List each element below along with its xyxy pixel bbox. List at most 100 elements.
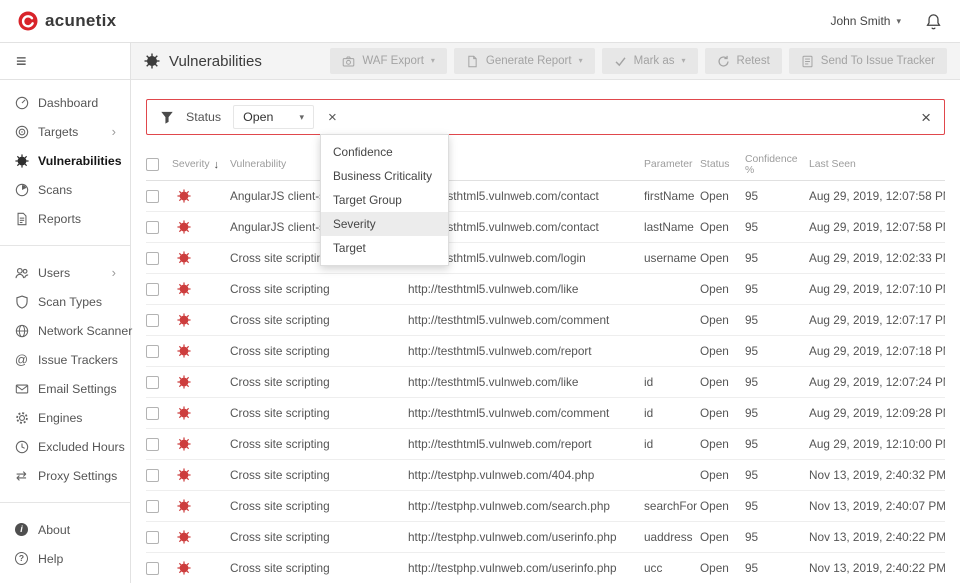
sidebar-item-dashboard[interactable]: Dashboard [0, 88, 130, 117]
dropdown-item[interactable]: Business Criticality [321, 164, 448, 188]
sidebar-item-about[interactable]: i About [0, 515, 130, 544]
waf-export-button[interactable]: WAF Export ▾ [330, 48, 447, 74]
vulnerability-url: http://testhtml5.vulnweb.com/comment [408, 406, 610, 420]
row-checkbox[interactable] [146, 220, 159, 234]
table-row[interactable]: AngularJS client-side template injection… [146, 212, 945, 243]
vulnerability-last-seen: Aug 29, 2019, 12:07:17 PM [809, 313, 945, 327]
vulnerability-url: http://testphp.vulnweb.com/userinfo.php [408, 530, 617, 544]
table-body: AngularJS client-side template injection… [146, 181, 945, 583]
filter-bar: Status Open ▾ × × [146, 99, 945, 135]
at-sign-icon: @ [14, 352, 29, 367]
severity-high-icon [177, 251, 191, 265]
acunetix-logo: acunetix [18, 11, 116, 31]
table-row[interactable]: Cross site scripting http://testhtml5.vu… [146, 398, 945, 429]
table-row[interactable]: Cross site scripting http://testhtml5.vu… [146, 305, 945, 336]
row-checkbox[interactable] [146, 313, 159, 327]
dropdown-item[interactable]: Confidence [321, 140, 448, 164]
table-row[interactable]: Cross site scripting http://testhtml5.vu… [146, 336, 945, 367]
user-menu[interactable]: John Smith ▾ [830, 14, 901, 28]
vulnerability-confidence: 95 [745, 375, 759, 389]
sidebar-item-label: About [38, 522, 71, 537]
sidebar-item-issue-trackers[interactable]: @ Issue Trackers [0, 345, 130, 374]
vulnerability-name[interactable]: Cross site scripting [230, 375, 408, 389]
vulnerability-name[interactable]: Cross site scripting [230, 561, 408, 575]
sidebar-item-scans[interactable]: Scans [0, 175, 130, 204]
row-checkbox[interactable] [146, 251, 159, 265]
hamburger-menu-icon[interactable]: ≡ [16, 52, 27, 70]
vulnerability-name[interactable]: Cross site scripting [230, 406, 408, 420]
vulnerability-name[interactable]: Cross site scripting [230, 313, 408, 327]
column-header-last-seen[interactable]: Last Seen [809, 159, 945, 170]
table-row[interactable]: AngularJS client-side template injection… [146, 181, 945, 212]
row-checkbox[interactable] [146, 530, 159, 544]
table-row[interactable]: Cross site scripting http://testhtml5.vu… [146, 243, 945, 274]
table-row[interactable]: Cross site scripting http://testphp.vuln… [146, 460, 945, 491]
sidebar-item-vulnerabilities[interactable]: Vulnerabilities [0, 146, 130, 175]
filter-funnel-icon [160, 110, 174, 125]
vulnerability-confidence: 95 [745, 313, 759, 327]
vulnerability-name[interactable]: Cross site scripting [230, 344, 408, 358]
row-checkbox[interactable] [146, 344, 159, 358]
vulnerability-name[interactable]: Cross site scripting [230, 530, 408, 544]
vulnerability-last-seen: Aug 29, 2019, 12:07:18 PM [809, 344, 945, 358]
table-row[interactable]: Cross site scripting http://testhtml5.vu… [146, 429, 945, 460]
sidebar-item-proxy-settings[interactable]: ⇄ Proxy Settings [0, 461, 130, 490]
vulnerability-last-seen: Aug 29, 2019, 12:07:10 PM [809, 282, 945, 296]
filter-value-dropdown[interactable]: Open ▾ [233, 105, 314, 129]
chevron-right-icon: › [111, 124, 116, 139]
vulnerability-name[interactable]: Cross site scripting [230, 282, 408, 296]
table-row[interactable]: Cross site scripting http://testphp.vuln… [146, 491, 945, 522]
severity-high-icon [177, 375, 191, 389]
sidebar-item-label: Users [38, 265, 71, 280]
row-checkbox[interactable] [146, 561, 159, 575]
sidebar-item-excluded-hours[interactable]: Excluded Hours [0, 432, 130, 461]
row-checkbox[interactable] [146, 406, 159, 420]
column-header-severity[interactable]: Severity [172, 159, 210, 170]
row-checkbox[interactable] [146, 437, 159, 451]
table-row[interactable]: Cross site scripting http://testhtml5.vu… [146, 274, 945, 305]
vulnerability-status: Open [700, 189, 729, 203]
row-checkbox[interactable] [146, 468, 159, 482]
sidebar-item-scan-types[interactable]: Scan Types [0, 287, 130, 316]
vulnerability-status: Open [700, 437, 729, 451]
row-checkbox[interactable] [146, 375, 159, 389]
notifications-bell-icon[interactable] [925, 13, 942, 30]
table-row[interactable]: Cross site scripting http://testhtml5.vu… [146, 367, 945, 398]
sidebar-item-engines[interactable]: Engines [0, 403, 130, 432]
sidebar-item-users[interactable]: Users › [0, 258, 130, 287]
vulnerability-name[interactable]: Cross site scripting [230, 499, 408, 513]
sidebar-item-network-scanner[interactable]: Network Scanner [0, 316, 132, 345]
column-header-status[interactable]: Status [700, 159, 745, 170]
dropdown-item[interactable]: Severity [321, 212, 448, 236]
vulnerability-last-seen: Nov 13, 2019, 2:40:32 PM [809, 468, 945, 482]
generate-report-button[interactable]: Generate Report ▾ [453, 48, 595, 74]
remove-filter-icon[interactable]: × [328, 110, 337, 125]
table-row[interactable]: Cross site scripting http://testphp.vuln… [146, 553, 945, 583]
close-filter-bar-icon[interactable]: × [921, 109, 931, 126]
user-name: John Smith [830, 14, 891, 28]
send-to-issue-tracker-button[interactable]: Send To Issue Tracker [788, 48, 947, 74]
vulnerability-name[interactable]: Cross site scripting [230, 437, 408, 451]
clock-icon [14, 440, 29, 454]
table-row[interactable]: Cross site scripting http://testphp.vuln… [146, 522, 945, 553]
sidebar-item-email-settings[interactable]: Email Settings [0, 374, 130, 403]
row-checkbox[interactable] [146, 282, 159, 296]
dropdown-item[interactable]: Target Group [321, 188, 448, 212]
logo-text: acunetix [45, 11, 117, 30]
vulnerability-confidence: 95 [745, 468, 759, 482]
target-icon [14, 125, 29, 139]
dropdown-item[interactable]: Target [321, 236, 448, 260]
sort-descending-icon: ↓ [213, 158, 220, 171]
vulnerability-name[interactable]: Cross site scripting [230, 468, 408, 482]
sidebar-item-help[interactable]: ? Help [0, 544, 130, 573]
column-header-confidence[interactable]: Confidence % [745, 154, 809, 176]
retest-button[interactable]: Retest [704, 48, 782, 74]
row-checkbox[interactable] [146, 189, 159, 203]
column-header-parameter[interactable]: Parameter [644, 159, 700, 170]
select-all-checkbox[interactable] [146, 158, 159, 171]
sidebar-item-targets[interactable]: Targets › [0, 117, 130, 146]
sidebar-item-label: Proxy Settings [38, 468, 118, 483]
sidebar-item-reports[interactable]: Reports [0, 204, 130, 233]
mark-as-button[interactable]: Mark as ▾ [601, 48, 698, 74]
row-checkbox[interactable] [146, 499, 159, 513]
